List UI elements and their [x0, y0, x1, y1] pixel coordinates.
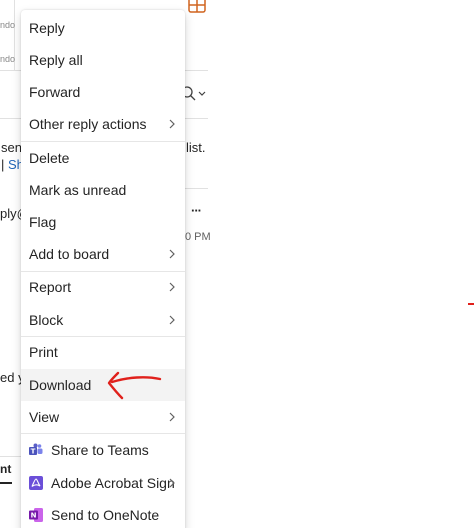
divider	[0, 456, 21, 457]
menu-item-label: Share to Teams	[51, 442, 149, 458]
menu-item-label: Other reply actions	[29, 116, 147, 132]
svg-text:T: T	[31, 447, 36, 455]
chevron-right-icon	[169, 119, 175, 129]
menu-item-label: Download	[29, 377, 92, 393]
menu-item-flag[interactable]: Flag	[21, 206, 185, 238]
context-menu: Reply Reply all Forward Other reply acti…	[21, 10, 185, 528]
snippet-fragment: sen	[1, 140, 22, 155]
menu-item-label: Reply all	[29, 52, 83, 68]
svg-text:N: N	[31, 512, 37, 520]
menu-item-label: Delete	[29, 150, 70, 166]
menu-item-view[interactable]: View	[21, 401, 185, 433]
menu-item-label: Report	[29, 279, 72, 295]
teams-icon: T	[29, 443, 43, 457]
chevron-right-icon	[169, 478, 175, 488]
time-fragment: 0 PM	[185, 231, 211, 243]
snippet-list-fragment: list.	[186, 140, 206, 155]
search-icon[interactable]	[184, 86, 208, 102]
chevron-right-icon	[169, 249, 175, 259]
chevron-right-icon	[169, 412, 175, 422]
menu-item-label: View	[29, 409, 60, 425]
menu-item-print[interactable]: Print	[21, 336, 185, 368]
table-icon[interactable]	[188, 0, 208, 14]
menu-item-delete[interactable]: Delete	[21, 142, 185, 174]
menu-item-label: Flag	[29, 214, 57, 230]
menu-item-label: Forward	[29, 84, 81, 100]
menu-item-mark-as-unread[interactable]: Mark as unread	[21, 174, 185, 206]
menu-item-add-to-board[interactable]: Add to board	[21, 238, 185, 270]
menu-item-other-reply-actions[interactable]: Other reply actions	[21, 108, 185, 140]
menu-item-block[interactable]: Block	[21, 304, 185, 336]
bottom-tab-fragment[interactable]: nt	[0, 462, 11, 476]
menu-item-label: Adobe Acrobat Sign	[51, 475, 175, 491]
divider	[185, 188, 208, 189]
menu-item-label: Block	[29, 312, 64, 328]
tab-underline	[0, 482, 12, 484]
toolbar-fragment-1: ndo	[0, 20, 16, 30]
chevron-right-icon	[169, 282, 175, 292]
more-actions-icon[interactable]: ···	[191, 203, 202, 218]
toolbar-fragment-2: ndo	[0, 54, 16, 64]
acrobat-icon	[29, 476, 43, 490]
menu-item-label: Print	[29, 344, 58, 360]
snippet-pipe: |	[1, 157, 5, 172]
menu-item-report[interactable]: Report	[21, 271, 185, 303]
red-arrow-annotation	[107, 371, 162, 400]
menu-item-label: Add to board	[29, 246, 110, 262]
red-mark	[468, 303, 474, 305]
onenote-icon: N	[29, 508, 43, 522]
menu-item-label: Send to OneNote	[51, 507, 160, 523]
menu-item-adobe-acrobat-sign[interactable]: Adobe Acrobat Sign	[21, 467, 185, 499]
menu-item-forward[interactable]: Forward	[21, 76, 185, 108]
menu-item-reply[interactable]: Reply	[21, 12, 185, 44]
menu-item-label: Mark as unread	[29, 182, 127, 198]
chevron-right-icon	[169, 315, 175, 325]
menu-item-share-to-teams[interactable]: T Share to Teams	[21, 434, 185, 466]
menu-item-send-to-onenote[interactable]: N Send to OneNote	[21, 499, 185, 528]
menu-item-reply-all[interactable]: Reply all	[21, 44, 185, 76]
menu-item-label: Reply	[29, 20, 65, 36]
